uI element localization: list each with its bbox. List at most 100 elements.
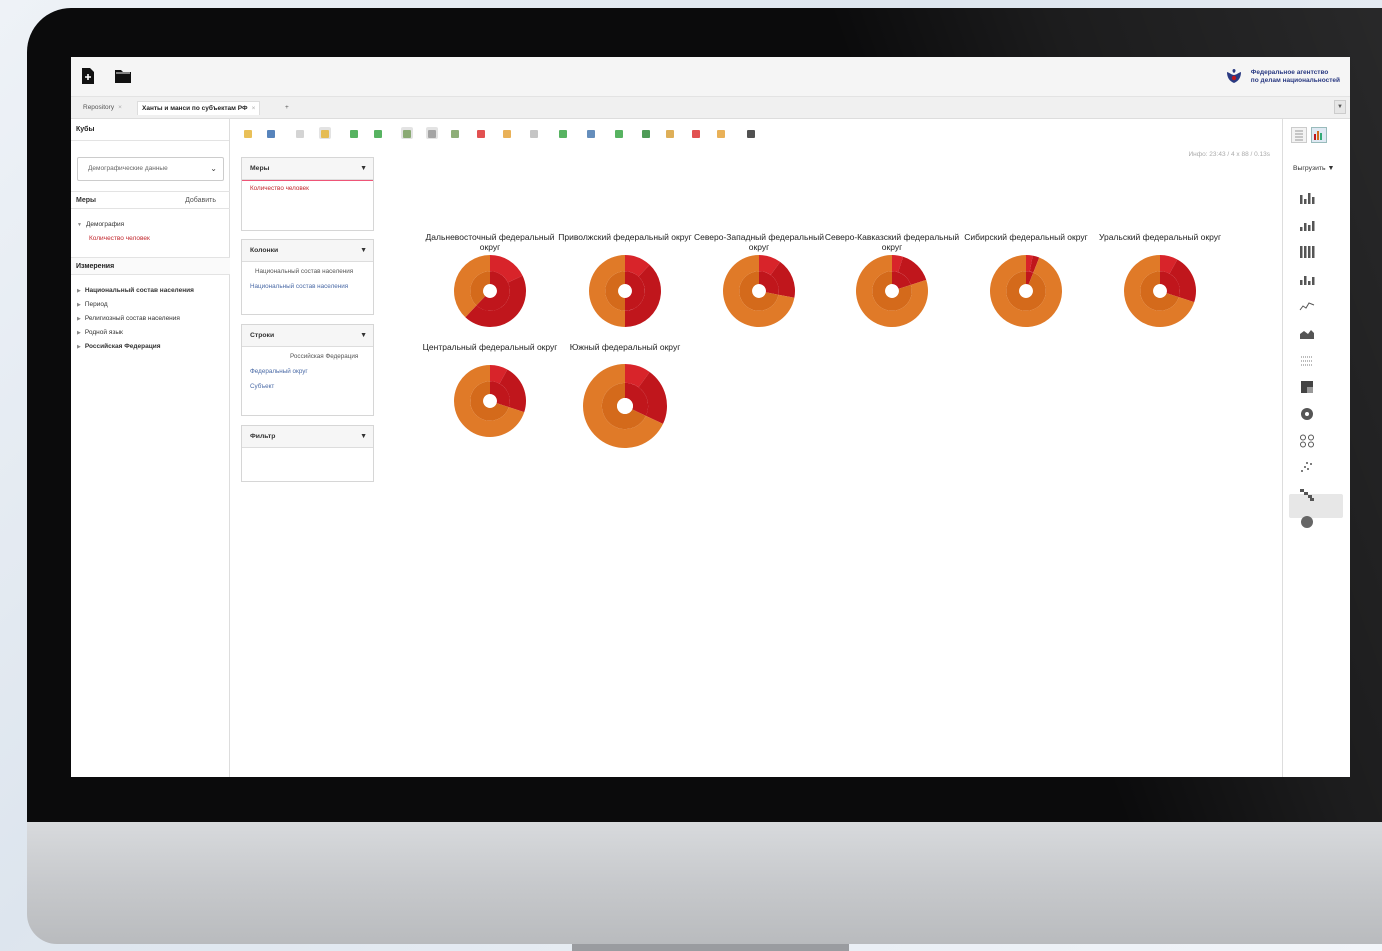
scatter-icon[interactable] <box>1299 461 1315 475</box>
table-view-toggle[interactable] <box>1291 127 1307 143</box>
donut-chart[interactable] <box>854 253 930 329</box>
donut-icon[interactable] <box>1299 407 1315 421</box>
tab-strip: Repository × Ханты и манси по субъектам Р… <box>71 97 1350 119</box>
auto-run-icon[interactable] <box>372 127 384 139</box>
new-query-icon[interactable] <box>294 127 306 139</box>
selected-chart-type-highlight <box>1289 494 1343 518</box>
tab-repository[interactable]: Repository × <box>79 101 126 115</box>
donut-chart[interactable] <box>587 253 663 329</box>
zoom-icon[interactable] <box>501 127 513 139</box>
stacked-bar-icon[interactable] <box>1299 218 1315 232</box>
donut-chart[interactable] <box>721 253 797 329</box>
dropdown-arrow-icon: ▼ <box>1327 165 1335 172</box>
save-icon[interactable] <box>265 127 277 139</box>
donut-chart[interactable] <box>988 253 1064 329</box>
row-chip[interactable]: Федеральный округ <box>250 368 308 375</box>
edit-icon[interactable] <box>319 127 331 139</box>
refresh-icon[interactable] <box>449 127 461 139</box>
import-icon[interactable] <box>613 127 625 139</box>
dot-matrix-icon[interactable] <box>1299 353 1315 367</box>
chart-export-icon[interactable] <box>715 127 727 139</box>
multi-donut-icon[interactable] <box>1299 434 1315 448</box>
dropdown-arrow-icon[interactable]: ▼ <box>360 325 367 347</box>
dropdown-arrow-icon[interactable]: ▼ <box>360 240 367 262</box>
new-tab-button[interactable]: + <box>281 101 293 115</box>
pie-icon[interactable] <box>1299 515 1315 529</box>
dimension-item[interactable]: ▶ Национальный состав населения <box>77 287 194 294</box>
close-icon[interactable]: × <box>118 104 122 111</box>
dimension-item[interactable]: ▶ Религиозный состав населения <box>77 315 180 322</box>
filter-zone-title: Фильтр <box>250 433 276 440</box>
export-dropdown[interactable]: Выгрузить ▼ <box>1293 165 1334 172</box>
excel-icon[interactable] <box>640 127 652 139</box>
column-chart-icon[interactable] <box>1299 245 1315 259</box>
donut-chart[interactable] <box>452 253 528 329</box>
export-icon[interactable] <box>557 127 569 139</box>
desktop-background: Федеральное агентство по делам националь… <box>0 0 1382 951</box>
chart-title: Приволжский федеральный округ <box>558 232 692 242</box>
measure-item[interactable]: Количество человек <box>89 235 150 242</box>
waterfall-icon[interactable] <box>1299 488 1315 502</box>
measures-drop-zone[interactable]: Меры ▼ Количество человек <box>241 157 374 231</box>
undo-icon[interactable] <box>528 127 540 139</box>
chart-title: Дальневосточный федеральный округ <box>425 232 555 252</box>
chart-view-toggle[interactable] <box>1311 127 1327 143</box>
pdf-icon[interactable] <box>690 127 702 139</box>
dimension-item[interactable]: ▶ Родной язык <box>77 329 123 336</box>
stop-icon[interactable] <box>475 127 487 139</box>
multi-bar-icon[interactable] <box>1299 272 1315 286</box>
open-folder-icon[interactable] <box>114 68 131 86</box>
expand-triangle-icon: ▶ <box>77 344 81 350</box>
area-chart-icon[interactable] <box>1299 326 1315 340</box>
measures-heading: Меры <box>76 197 96 204</box>
measure-chip[interactable]: Количество человек <box>250 185 309 192</box>
columns-drop-zone[interactable]: Колонки ▼ Национальный состав населения Н… <box>241 239 374 315</box>
heatmap-icon[interactable] <box>1299 380 1315 394</box>
close-icon[interactable]: × <box>252 105 256 112</box>
chart-title: Южный федеральный округ <box>569 342 681 352</box>
column-chip[interactable]: Национальный состав населения <box>250 283 348 290</box>
donut-chart[interactable] <box>1122 253 1198 329</box>
add-measure-link[interactable]: Добавить <box>185 192 216 210</box>
new-file-icon[interactable] <box>81 68 95 86</box>
tab-active-report[interactable]: Ханты и манси по субъектам РФ × <box>137 101 261 115</box>
app-screen: Федеральное агентство по делам националь… <box>71 57 1350 777</box>
donut-hole <box>1019 284 1033 298</box>
right-sidebar: Выгрузить ▼ <box>1282 119 1350 777</box>
download-icon[interactable] <box>585 127 597 139</box>
fullscreen-icon[interactable] <box>745 127 757 139</box>
tree-group-demography[interactable]: ▼ Демография <box>77 221 124 228</box>
row-chip[interactable]: Субъект <box>250 383 274 390</box>
help-icon[interactable] <box>664 127 676 139</box>
dropdown-arrow-icon[interactable]: ▼ <box>360 426 367 448</box>
expand-triangle-icon: ▶ <box>77 330 81 336</box>
expand-triangle-icon: ▶ <box>77 316 81 322</box>
chart-title: Северо-Кавказский федеральный округ <box>824 232 960 252</box>
monitor-chin <box>27 822 1382 944</box>
dimension-item[interactable]: ▶ Период <box>77 301 108 308</box>
bar-chart-icon[interactable] <box>1299 191 1315 205</box>
measures-zone-title: Меры <box>250 165 270 172</box>
filter-drop-zone[interactable]: Фильтр ▼ <box>241 425 374 482</box>
hide-empty-icon[interactable] <box>426 127 438 139</box>
row-chip[interactable]: Российская Федерация <box>290 353 358 360</box>
donut-chart[interactable] <box>581 362 669 450</box>
open-icon[interactable] <box>242 127 254 139</box>
dropdown-arrow-icon[interactable]: ▼ <box>360 158 367 180</box>
expand-triangle-icon: ▼ <box>77 222 82 228</box>
donut-hole <box>1153 284 1167 298</box>
donut-chart[interactable] <box>452 363 528 439</box>
cube-select[interactable]: Демографические данные ⌄ <box>77 157 224 181</box>
dimension-item[interactable]: ▶ Российская Федерация <box>77 343 161 350</box>
chart-title: Северо-Западный федеральный округ <box>694 232 824 252</box>
query-info: Инфо: 23:43 / 4 x 88 / 0.13s <box>1188 151 1270 158</box>
tabs-menu-button[interactable]: ▼ <box>1334 100 1346 114</box>
rows-drop-zone[interactable]: Строки ▼ Российская Федерация Федеральный… <box>241 324 374 416</box>
line-chart-icon[interactable] <box>1299 299 1315 313</box>
run-icon[interactable] <box>348 127 360 139</box>
dimensions-heading: Измерения <box>71 257 230 275</box>
expand-triangle-icon: ▶ <box>77 302 81 308</box>
top-bar: Федеральное агентство по делам националь… <box>71 57 1350 97</box>
column-chip[interactable]: Национальный состав населения <box>255 268 353 275</box>
layout-icon[interactable] <box>401 127 413 139</box>
